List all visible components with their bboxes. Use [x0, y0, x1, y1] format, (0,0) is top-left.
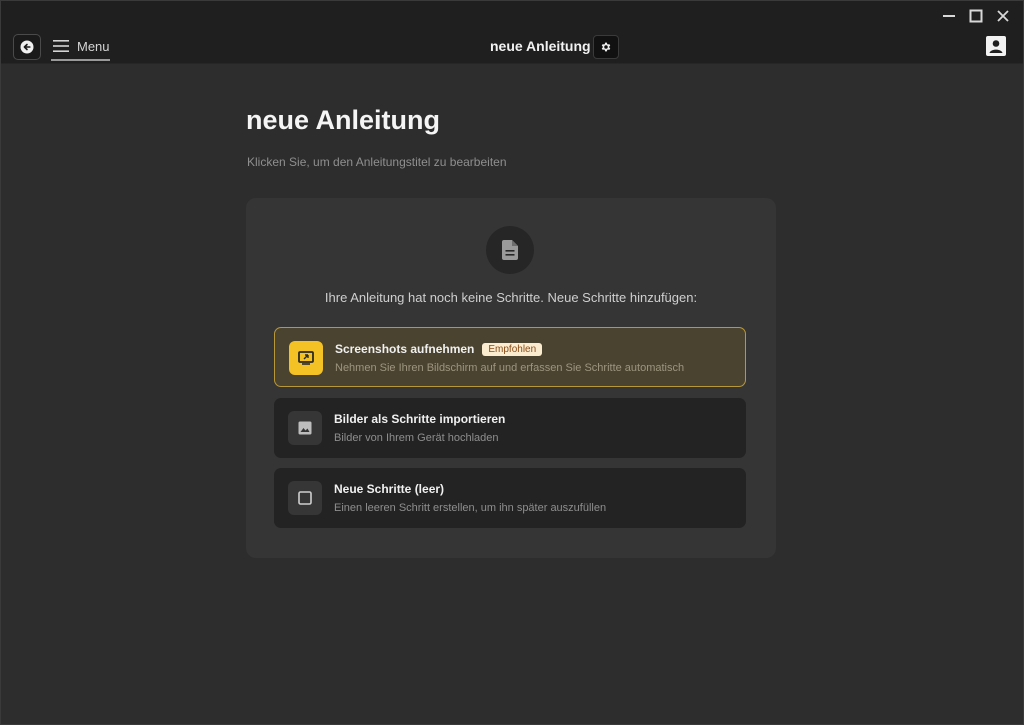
option-title: Bilder als Schritte importieren: [334, 412, 506, 426]
empty-steps-message: Ihre Anleitung hat noch keine Schritte. …: [324, 290, 698, 305]
close-icon: [997, 10, 1009, 22]
option-description: Einen leeren Schritt erstellen, um ihn s…: [334, 502, 607, 514]
option-title-text: Screenshots aufnehmen: [335, 342, 475, 356]
maximize-button[interactable]: [964, 5, 988, 27]
document-title[interactable]: neue Anleitung: [490, 38, 591, 54]
app-window: Menu neue Anleitung neue Anleitung Klick…: [0, 0, 1024, 725]
option-import-images[interactable]: Bilder als Schritte importieren Bilder v…: [274, 398, 746, 458]
option-description: Bilder von Ihrem Gerät hochladen: [334, 432, 499, 444]
user-profile-icon: [986, 36, 1006, 56]
page-title[interactable]: neue Anleitung: [246, 105, 440, 136]
page-subtitle: Klicken Sie, um den Anleitungstitel zu b…: [247, 155, 507, 169]
gear-icon: [601, 42, 611, 52]
maximize-icon: [969, 9, 983, 23]
arrow-left-circle-icon: [20, 40, 34, 54]
option-description: Nehmen Sie Ihren Bildschirm auf und erfa…: [335, 362, 685, 374]
image-icon: [288, 411, 322, 445]
menu-button[interactable]: Menu: [51, 35, 110, 61]
minimize-button[interactable]: [937, 5, 961, 27]
window-titlebar: [1, 1, 1023, 31]
document-icon-circle: [486, 226, 534, 274]
settings-button[interactable]: [593, 35, 619, 59]
empty-square-icon: [288, 481, 322, 515]
menu-label: Menu: [77, 38, 110, 54]
option-take-screenshots[interactable]: Screenshots aufnehmen Empfohlen Nehmen Si…: [274, 327, 746, 387]
close-button[interactable]: [991, 5, 1015, 27]
app-toolbar: Menu neue Anleitung: [1, 31, 1023, 64]
minimize-icon: [943, 15, 955, 17]
back-button[interactable]: [13, 34, 41, 60]
empty-steps-panel: Ihre Anleitung hat noch keine Schritte. …: [246, 198, 776, 558]
option-title: Neue Schritte (leer): [334, 482, 445, 496]
profile-button[interactable]: [985, 35, 1007, 57]
hamburger-icon: [53, 40, 69, 52]
option-empty-steps[interactable]: Neue Schritte (leer) Einen leeren Schrit…: [274, 468, 746, 528]
document-icon: [502, 240, 518, 260]
screen-capture-icon: [289, 341, 323, 375]
recommended-badge: Empfohlen: [482, 343, 543, 356]
option-title: Screenshots aufnehmen Empfohlen: [335, 342, 543, 356]
